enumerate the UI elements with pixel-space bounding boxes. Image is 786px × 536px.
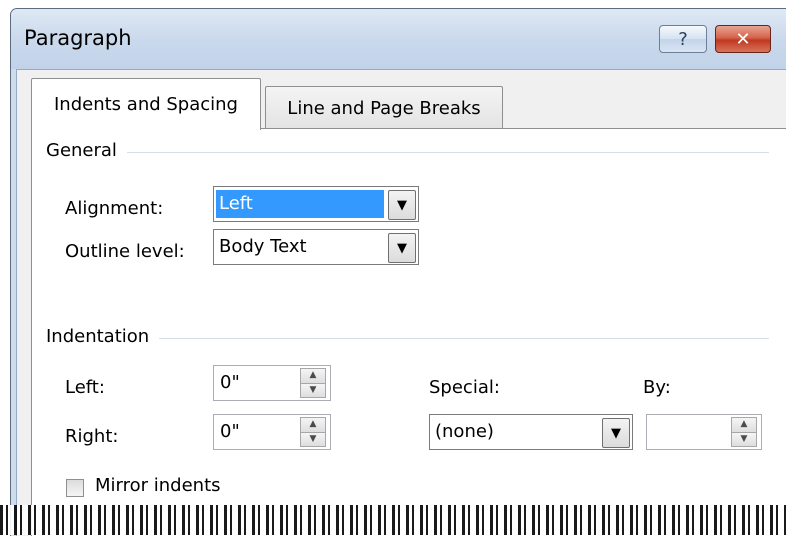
tab-label: Indents and Spacing: [54, 94, 238, 115]
left-indent-value: 0": [220, 372, 240, 393]
mirror-indents-label[interactable]: Mirror indents: [95, 475, 221, 496]
special-value: (none): [435, 421, 494, 442]
left-indent-spinner[interactable]: 0" ▲ ▼: [213, 365, 331, 401]
cropped-content-strip: [0, 505, 786, 535]
chevron-down-icon[interactable]: ▼: [388, 190, 416, 220]
spin-down-icon[interactable]: ▼: [300, 432, 326, 447]
tab-label: Line and Page Breaks: [287, 97, 481, 119]
help-icon: ?: [678, 28, 688, 50]
tab-line-and-page-breaks[interactable]: Line and Page Breaks: [265, 86, 503, 129]
spin-down-icon[interactable]: ▼: [300, 383, 326, 398]
special-label: Special:: [429, 377, 500, 398]
right-indent-label: Right:: [65, 426, 119, 447]
close-icon: ✕: [735, 28, 751, 50]
group-divider: [52, 152, 769, 153]
tab-indents-and-spacing[interactable]: Indents and Spacing: [31, 78, 261, 130]
spin-down-icon[interactable]: ▼: [731, 432, 757, 447]
paragraph-dialog: Paragraph ? ✕ Indents and Spacing Line a…: [10, 8, 786, 536]
special-dropdown[interactable]: (none) ▼: [429, 414, 633, 450]
alignment-value: Left: [216, 190, 384, 218]
group-divider: [52, 338, 769, 339]
outline-level-dropdown[interactable]: Body Text ▼: [213, 229, 419, 265]
close-button[interactable]: ✕: [715, 25, 771, 53]
outline-level-label: Outline level:: [65, 241, 185, 262]
title-bar[interactable]: Paragraph ? ✕: [11, 9, 786, 69]
indentation-heading: Indentation: [46, 326, 160, 347]
dialog-title: Paragraph: [24, 26, 132, 50]
tab-panel: General Alignment: Left ▼ Outline level:…: [31, 128, 786, 536]
alignment-label: Alignment:: [65, 198, 164, 219]
spin-up-icon[interactable]: ▲: [300, 368, 326, 384]
outline-level-value: Body Text: [219, 236, 307, 257]
dialog-body: Indents and Spacing Line and Page Breaks…: [16, 69, 786, 536]
general-heading: General: [46, 140, 127, 161]
spin-up-icon[interactable]: ▲: [731, 417, 757, 433]
mirror-indents-checkbox[interactable]: [66, 479, 84, 497]
by-spinner[interactable]: ▲ ▼: [646, 414, 762, 450]
right-indent-value: 0": [220, 421, 240, 442]
left-indent-label: Left:: [65, 377, 105, 398]
help-button[interactable]: ?: [659, 25, 707, 53]
by-label: By:: [643, 377, 671, 398]
chevron-down-icon[interactable]: ▼: [602, 418, 630, 448]
chevron-down-icon[interactable]: ▼: [388, 233, 416, 263]
spin-up-icon[interactable]: ▲: [300, 417, 326, 433]
alignment-dropdown[interactable]: Left ▼: [213, 186, 419, 222]
right-indent-spinner[interactable]: 0" ▲ ▼: [213, 414, 331, 450]
